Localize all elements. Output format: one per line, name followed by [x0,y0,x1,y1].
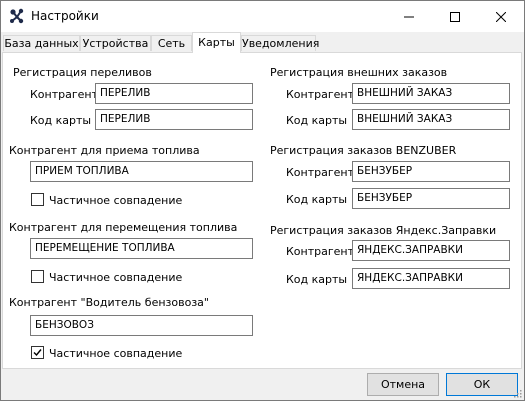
cards-tab-page: Регистрация переливов Контрагент ПЕРЕЛИВ… [2,52,522,369]
truck-driver-header: Контрагент "Водитель бензовоза" [9,296,209,309]
ok-button[interactable]: ОК [446,373,518,396]
yandex-counterparty-field[interactable]: ЯНДЕКС.ЗАПРАВКИ [352,240,510,261]
settings-window: Настройки База данных Устройства Сеть Ка… [0,0,525,401]
tab-database[interactable]: База данных [3,35,80,51]
fuel-receipt-partial-checkbox[interactable] [31,193,44,206]
network-nodes-icon [9,8,25,24]
checkmark-icon [33,349,42,357]
window-title: Настройки [31,9,99,23]
external-counterparty-label: Контрагент [286,88,355,101]
fuel-transfer-field[interactable]: ПЕРЕМЕЩЕНИЕ ТОПЛИВА [30,238,253,259]
tab-network[interactable]: Сеть [151,35,192,51]
close-icon [496,11,506,22]
dialog-footer: Отмена ОК [1,370,524,400]
tab-cards[interactable]: Карты [192,32,241,53]
overflow-registration-header: Регистрация переливов [13,66,152,79]
truck-driver-partial-label: Частичное совпадение [49,347,183,360]
fuel-receipt-field[interactable]: ПРИЕМ ТОПЛИВА [30,161,253,182]
yandex-card-code-field[interactable]: ЯНДЕКС.ЗАПРАВКИ [352,268,510,289]
benzuber-orders-header: Регистрация заказов BENZUBER [270,144,457,157]
fuel-transfer-partial-checkbox[interactable] [31,270,44,283]
truck-driver-partial-checkbox[interactable] [31,346,44,359]
benzuber-counterparty-field[interactable]: БЕНЗУБЕР [352,161,510,182]
external-card-code-field[interactable]: ВНЕШНИЙ ЗАКАЗ [352,109,510,130]
fuel-transfer-partial-label: Частичное совпадение [49,271,183,284]
overflow-card-code-label: Код карты [30,114,92,127]
overflow-counterparty-label: Контрагент [30,88,99,101]
external-counterparty-field[interactable]: ВНЕШНИЙ ЗАКАЗ [352,83,510,104]
benzuber-card-code-label: Код карты [286,193,348,206]
tab-strip: База данных Устройства Сеть Карты Уведом… [1,32,524,53]
fuel-receipt-partial-label: Частичное совпадение [49,194,183,207]
tab-notifications[interactable]: Уведомления [241,35,319,51]
overflow-card-code-field[interactable]: ПЕРЕЛИВ [95,109,253,130]
cancel-button[interactable]: Отмена [367,373,439,396]
benzuber-counterparty-label: Контрагент [286,166,355,179]
minimize-button[interactable] [386,1,432,32]
yandex-counterparty-label: Контрагент [286,245,355,258]
tab-devices[interactable]: Устройства [80,35,151,51]
benzuber-card-code-field[interactable]: БЕНЗУБЕР [352,188,510,209]
yandex-card-code-label: Код карты [286,273,348,286]
external-card-code-label: Код карты [286,114,348,127]
minimize-icon [404,16,414,17]
close-button[interactable] [478,1,524,32]
truck-driver-field[interactable]: БЕНЗОВОЗ [30,315,253,336]
external-orders-header: Регистрация внешних заказов [270,66,448,79]
fuel-receipt-header: Контрагент для приема топлива [9,144,200,157]
maximize-button[interactable] [432,1,478,32]
overflow-counterparty-field[interactable]: ПЕРЕЛИВ [95,83,253,104]
fuel-transfer-header: Контрагент для перемещения топлива [9,221,238,234]
title-bar[interactable]: Настройки [1,1,524,32]
yandex-orders-header: Регистрация заказов Яндекс.Заправки [270,224,497,237]
resize-grip-icon[interactable] [512,388,522,398]
maximize-icon [450,11,460,22]
